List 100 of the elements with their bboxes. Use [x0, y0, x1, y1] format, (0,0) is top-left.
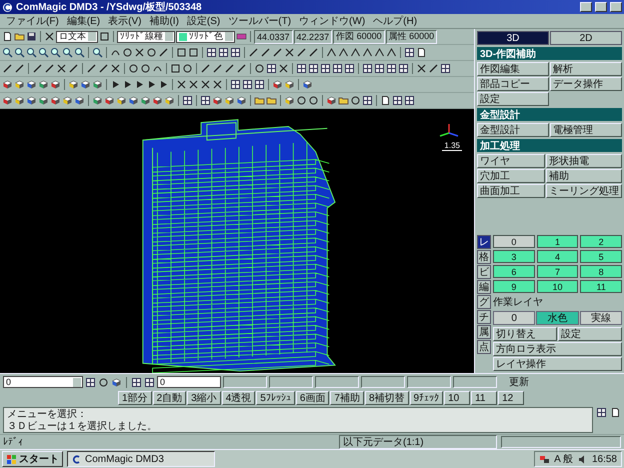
circle-icon[interactable]	[254, 63, 265, 74]
value-field[interactable]	[315, 376, 359, 388]
line-icon[interactable]	[272, 47, 283, 58]
panel-button[interactable]: 形状抽電	[546, 154, 622, 168]
panel-tab[interactable]: 2D	[550, 31, 622, 45]
side-tab[interactable]: グ	[477, 295, 491, 309]
side-tab[interactable]: 属	[477, 325, 491, 339]
cube-icon[interactable]	[74, 95, 85, 106]
line-icon[interactable]	[2, 63, 13, 74]
document-icon[interactable]	[380, 95, 391, 106]
cube-icon[interactable]	[140, 95, 151, 106]
layer-toggle[interactable]: 9	[493, 280, 535, 293]
menu-item[interactable]: ツールバー(T)	[228, 14, 292, 28]
grid-icon[interactable]	[218, 47, 229, 58]
grid-icon[interactable]	[398, 63, 409, 74]
input-field[interactable]: 0	[157, 376, 221, 388]
side-tab[interactable]: ビ	[477, 265, 491, 279]
folder-icon[interactable]	[266, 95, 277, 106]
line-icon[interactable]	[236, 63, 247, 74]
grid-icon[interactable]	[362, 95, 373, 106]
play-icon[interactable]	[122, 79, 133, 90]
cube-icon[interactable]	[50, 79, 61, 90]
cube-icon[interactable]	[38, 79, 49, 90]
function-key[interactable]: 2自動	[152, 391, 186, 405]
circle-icon[interactable]	[146, 47, 157, 58]
menu-item[interactable]: 表示(V)	[108, 14, 142, 28]
menu-item[interactable]: ファイル(F)	[6, 14, 59, 28]
cube-icon[interactable]	[224, 95, 235, 106]
layer-toggle[interactable]: 1	[536, 235, 578, 248]
document-icon[interactable]	[2, 31, 13, 42]
layer-toggle[interactable]: 5	[580, 250, 622, 263]
layer-toggle[interactable]: 3	[493, 250, 535, 263]
cube-icon[interactable]	[26, 79, 37, 90]
play-icon[interactable]	[158, 79, 169, 90]
zoom-icon[interactable]	[50, 47, 61, 58]
grid-icon[interactable]	[344, 63, 355, 74]
side-tab[interactable]: チ	[477, 310, 491, 324]
cube-icon[interactable]	[92, 79, 103, 90]
cube-icon[interactable]	[2, 95, 13, 106]
panel-button[interactable]: ワイヤ	[477, 154, 545, 168]
cube-icon[interactable]	[68, 79, 79, 90]
cube-icon[interactable]	[62, 95, 73, 106]
cross-icon[interactable]	[188, 79, 199, 90]
function-key[interactable]: 12	[498, 391, 524, 405]
grid-icon[interactable]	[131, 376, 142, 388]
function-key[interactable]: 5ﾌﾚｯｼｭ	[256, 391, 295, 405]
cube-icon[interactable]	[111, 376, 122, 388]
menu-item[interactable]: 設定(S)	[186, 14, 220, 28]
cube-icon[interactable]	[236, 95, 247, 106]
square-icon[interactable]	[99, 31, 110, 42]
grid-icon[interactable]	[85, 376, 96, 388]
taskbar-button[interactable]: ComMagic DMD3	[67, 451, 215, 467]
line-color-combo[interactable]: ｿﾘｯﾄﾞ色	[176, 30, 235, 42]
angle-icon[interactable]	[350, 47, 361, 58]
grid-icon[interactable]	[230, 47, 241, 58]
ime-indicator[interactable]: A 般	[554, 452, 573, 466]
folder-icon[interactable]	[338, 95, 349, 106]
layer-toggle[interactable]: 10	[536, 280, 578, 293]
document-icon[interactable]	[610, 407, 621, 418]
grid-icon[interactable]	[182, 95, 193, 106]
value-field[interactable]	[407, 376, 451, 388]
zoom-icon[interactable]	[38, 47, 49, 58]
square-icon[interactable]	[176, 47, 187, 58]
maximize-button[interactable]	[595, 2, 607, 12]
cross-icon[interactable]	[110, 63, 121, 74]
circle-icon[interactable]	[128, 63, 139, 74]
grid-icon[interactable]	[308, 63, 319, 74]
layer-combo[interactable]: 0	[3, 376, 83, 388]
cube-icon[interactable]	[212, 95, 223, 106]
function-key[interactable]: 11	[471, 391, 498, 405]
save-icon[interactable]	[26, 31, 37, 42]
grid-icon[interactable]	[386, 63, 397, 74]
line-icon[interactable]	[32, 63, 43, 74]
zoom-icon[interactable]	[26, 47, 37, 58]
grid-icon[interactable]	[404, 47, 415, 58]
panel-button[interactable]: 部品コピー	[477, 77, 549, 91]
line-icon[interactable]	[428, 63, 439, 74]
work-layer-option[interactable]: 実線	[580, 311, 622, 325]
cross-icon[interactable]	[134, 47, 145, 58]
font-combo[interactable]: ロ文本	[56, 30, 98, 42]
function-key[interactable]: 10	[444, 391, 470, 405]
layer-toggle[interactable]: 11	[580, 280, 622, 293]
side-tab[interactable]: 点	[477, 340, 491, 354]
cube-icon[interactable]	[326, 95, 337, 106]
work-layer-option[interactable]: 0	[493, 311, 536, 325]
layer-toggle[interactable]: 7	[536, 265, 578, 278]
cube-icon[interactable]	[50, 95, 61, 106]
cube-icon[interactable]	[152, 95, 163, 106]
panel-button[interactable]: 曲面加工	[477, 184, 545, 198]
cube-icon[interactable]	[164, 95, 175, 106]
line-icon[interactable]	[98, 63, 109, 74]
grid-icon[interactable]	[596, 407, 607, 418]
cube-icon[interactable]	[272, 79, 283, 90]
play-icon[interactable]	[110, 79, 121, 90]
layer-toggle[interactable]: 8	[580, 265, 622, 278]
document-icon[interactable]	[416, 47, 427, 58]
cube-icon[interactable]	[104, 95, 115, 106]
cube-icon[interactable]	[284, 79, 295, 90]
square-icon[interactable]	[188, 47, 199, 58]
function-key[interactable]: 6画面	[296, 391, 330, 405]
